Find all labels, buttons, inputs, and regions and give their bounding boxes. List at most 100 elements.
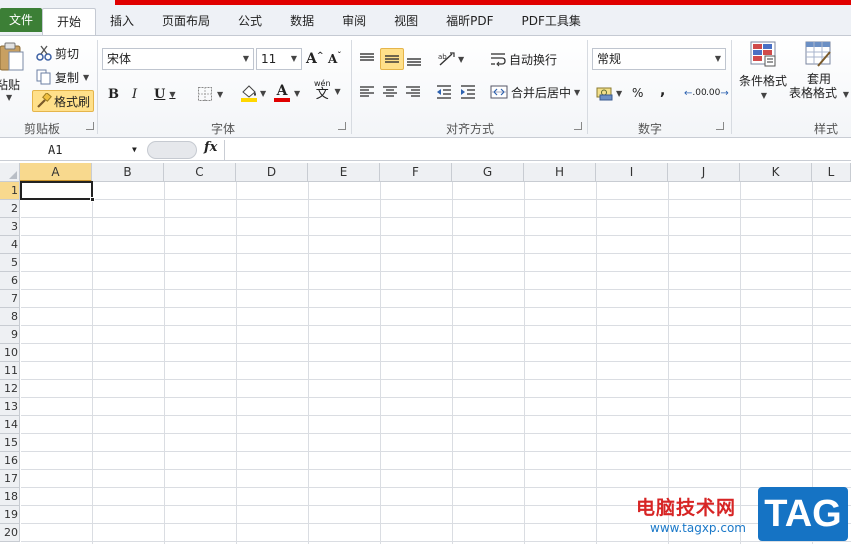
tab-file[interactable]: 文件: [0, 8, 42, 32]
column-header-k[interactable]: K: [740, 163, 812, 182]
accounting-format-button[interactable]: ▼: [596, 82, 622, 104]
format-painter-button[interactable]: 格式刷: [32, 90, 95, 112]
comma-style-button[interactable]: ,: [660, 80, 665, 102]
borders-button[interactable]: ▼: [197, 83, 223, 105]
merge-center-button[interactable]: 合并后居中 ▼: [490, 81, 580, 103]
italic-button[interactable]: I: [132, 83, 137, 105]
number-dialog-launcher[interactable]: [716, 122, 724, 130]
alignment-dialog-launcher[interactable]: [574, 122, 582, 130]
decrease-decimal-button[interactable]: .00 →: [706, 82, 729, 104]
column-header-j[interactable]: J: [668, 163, 740, 182]
row-header-20[interactable]: 20: [0, 524, 20, 542]
column-header-b[interactable]: B: [92, 163, 164, 182]
conditional-formatting-button[interactable]: 条件格式 ▼: [736, 40, 790, 110]
row-header-7[interactable]: 7: [0, 290, 20, 308]
align-center-button[interactable]: [382, 81, 402, 103]
increase-indent-button[interactable]: [460, 81, 480, 103]
row-header-14[interactable]: 14: [0, 416, 20, 434]
column-header-c[interactable]: C: [164, 163, 236, 182]
select-all-button[interactable]: [0, 163, 20, 182]
row-header-17[interactable]: 17: [0, 470, 20, 488]
font-color-dropdown-icon[interactable]: ▼: [294, 89, 300, 98]
font-name-select[interactable]: 宋体 ▼: [102, 48, 254, 70]
underline-dropdown-icon[interactable]: ▼: [169, 89, 175, 99]
wrap-text-button[interactable]: 自动换行: [490, 48, 557, 70]
tab-3[interactable]: 公式: [224, 8, 276, 36]
phonetic-dropdown-icon[interactable]: ▼: [335, 87, 341, 96]
column-header-e[interactable]: E: [308, 163, 380, 182]
row-header-1[interactable]: 1: [0, 182, 20, 200]
insert-function-icon[interactable]: fx: [204, 140, 217, 155]
column-header-d[interactable]: D: [236, 163, 308, 182]
tab-7[interactable]: 福昕PDF: [432, 8, 507, 36]
tab-6[interactable]: 视图: [380, 8, 432, 36]
row-header-11[interactable]: 11: [0, 362, 20, 380]
tab-8[interactable]: PDF工具集: [508, 8, 595, 36]
font-size-select[interactable]: 11 ▼: [256, 48, 302, 70]
formula-input[interactable]: [224, 140, 851, 160]
paste-button[interactable]: 粘贴 ▼: [0, 42, 26, 110]
row-header-4[interactable]: 4: [0, 236, 20, 254]
row-header-6[interactable]: 6: [0, 272, 20, 290]
align-top-button[interactable]: [359, 48, 379, 70]
fill-handle[interactable]: [90, 197, 95, 202]
column-header-l[interactable]: L: [812, 163, 851, 182]
fill-color-button[interactable]: ▼: [240, 82, 266, 104]
chevron-down-icon[interactable]: ▼: [132, 140, 137, 160]
row-header-2[interactable]: 2: [0, 200, 20, 218]
merge-center-dropdown-icon[interactable]: ▼: [574, 88, 580, 97]
row-header-15[interactable]: 15: [0, 434, 20, 452]
column-header-g[interactable]: G: [452, 163, 524, 182]
align-left-button[interactable]: [359, 81, 379, 103]
cut-button[interactable]: 剪切: [36, 42, 79, 64]
active-cell-a1[interactable]: [20, 181, 95, 202]
row-header-5[interactable]: 5: [0, 254, 20, 272]
shrink-font-button[interactable]: Aˇ: [328, 48, 341, 70]
column-header-h[interactable]: H: [524, 163, 596, 182]
formula-bar-splitter[interactable]: [147, 141, 197, 159]
row-header-18[interactable]: 18: [0, 488, 20, 506]
align-bottom-button[interactable]: [406, 48, 426, 70]
row-header-16[interactable]: 16: [0, 452, 20, 470]
column-header-a[interactable]: A: [20, 163, 92, 182]
clipboard-dialog-launcher[interactable]: [86, 122, 94, 130]
tab-5[interactable]: 审阅: [328, 8, 380, 36]
name-box[interactable]: A1 ▼: [0, 140, 144, 160]
column-header-i[interactable]: I: [596, 163, 668, 182]
table-style-dropdown-icon[interactable]: ▼: [843, 90, 849, 99]
align-right-button[interactable]: [405, 81, 425, 103]
borders-dropdown-icon[interactable]: ▼: [217, 90, 223, 99]
font-dialog-launcher[interactable]: [338, 122, 346, 130]
cell-grid[interactable]: [21, 182, 851, 544]
tab-1[interactable]: 插入: [96, 8, 148, 36]
row-header-3[interactable]: 3: [0, 218, 20, 236]
decrease-indent-button[interactable]: [436, 81, 456, 103]
orientation-button[interactable]: ab ▼: [438, 48, 464, 70]
number-format-select[interactable]: 常规 ▼: [592, 48, 726, 70]
column-header-f[interactable]: F: [380, 163, 452, 182]
row-header-19[interactable]: 19: [0, 506, 20, 524]
conditional-formatting-dropdown-icon[interactable]: ▼: [761, 91, 767, 100]
row-header-9[interactable]: 9: [0, 326, 20, 344]
fill-color-dropdown-icon[interactable]: ▼: [260, 89, 266, 98]
orientation-dropdown-icon[interactable]: ▼: [458, 55, 464, 64]
row-header-13[interactable]: 13: [0, 398, 20, 416]
paste-dropdown-icon[interactable]: ▼: [6, 93, 12, 102]
font-color-button[interactable]: A ▼: [274, 82, 300, 104]
accounting-dropdown-icon[interactable]: ▼: [616, 89, 622, 98]
copy-button[interactable]: 复制 ▼: [36, 66, 89, 88]
format-as-table-button[interactable]: 套用 表格格式 ▼: [789, 40, 849, 110]
tab-0[interactable]: 开始: [42, 8, 97, 36]
row-header-8[interactable]: 8: [0, 308, 20, 326]
align-middle-button[interactable]: [380, 48, 404, 70]
percent-button[interactable]: %: [632, 82, 643, 104]
underline-button[interactable]: U ▼: [154, 83, 176, 105]
row-header-12[interactable]: 12: [0, 380, 20, 398]
phonetic-button[interactable]: wén 文 ▼: [314, 80, 341, 102]
bold-button[interactable]: B: [108, 83, 119, 105]
row-header-10[interactable]: 10: [0, 344, 20, 362]
tab-2[interactable]: 页面布局: [148, 8, 224, 36]
copy-dropdown-icon[interactable]: ▼: [83, 73, 89, 82]
tab-4[interactable]: 数据: [276, 8, 328, 36]
increase-decimal-button[interactable]: ← .00: [684, 82, 707, 104]
